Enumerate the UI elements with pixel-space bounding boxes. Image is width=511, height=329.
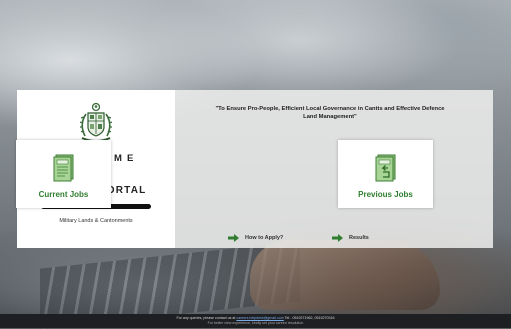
how-to-apply-label: How to Apply? [245,235,284,241]
current-jobs-label: Current Jobs [38,190,89,199]
current-jobs-card[interactable]: Current Jobs [16,140,111,208]
hand-image [250,240,440,310]
state-emblem-icon [79,102,113,142]
footer-prefix: For any queries, please contact us at [176,316,236,320]
footer-note: For better view experience, kindly set y… [207,321,304,325]
motto-text: "To Ensure Pro-People, Efficient Local G… [215,106,445,120]
footer: For any queries, please contact us at ca… [0,314,511,328]
previous-jobs-label: Previous Jobs [358,190,413,199]
footer-phone: Tel - 0519271962, 0519270316 [284,316,335,320]
portal-options: "To Ensure Pro-People, Efficient Local G… [16,90,493,248]
document-icon [53,154,73,182]
footer-contact-line: For any queries, please contact us at ca… [0,314,511,321]
arrow-right-icon [332,234,343,242]
how-to-apply-link[interactable]: How to Apply? [228,234,283,242]
footer-email-link[interactable]: careers.helpdesk@gmail.com [236,316,283,320]
results-link[interactable]: Results [332,234,369,242]
results-label: Results [349,235,369,241]
previous-jobs-card[interactable]: Previous Jobs [338,140,433,208]
document-back-icon [375,154,395,182]
welcome-panel: WELCOME TO CAREER PORTAL Military Lands … [16,90,493,248]
arrow-right-icon [228,234,239,242]
organization-name: Military Lands & Cantonments [59,218,133,224]
